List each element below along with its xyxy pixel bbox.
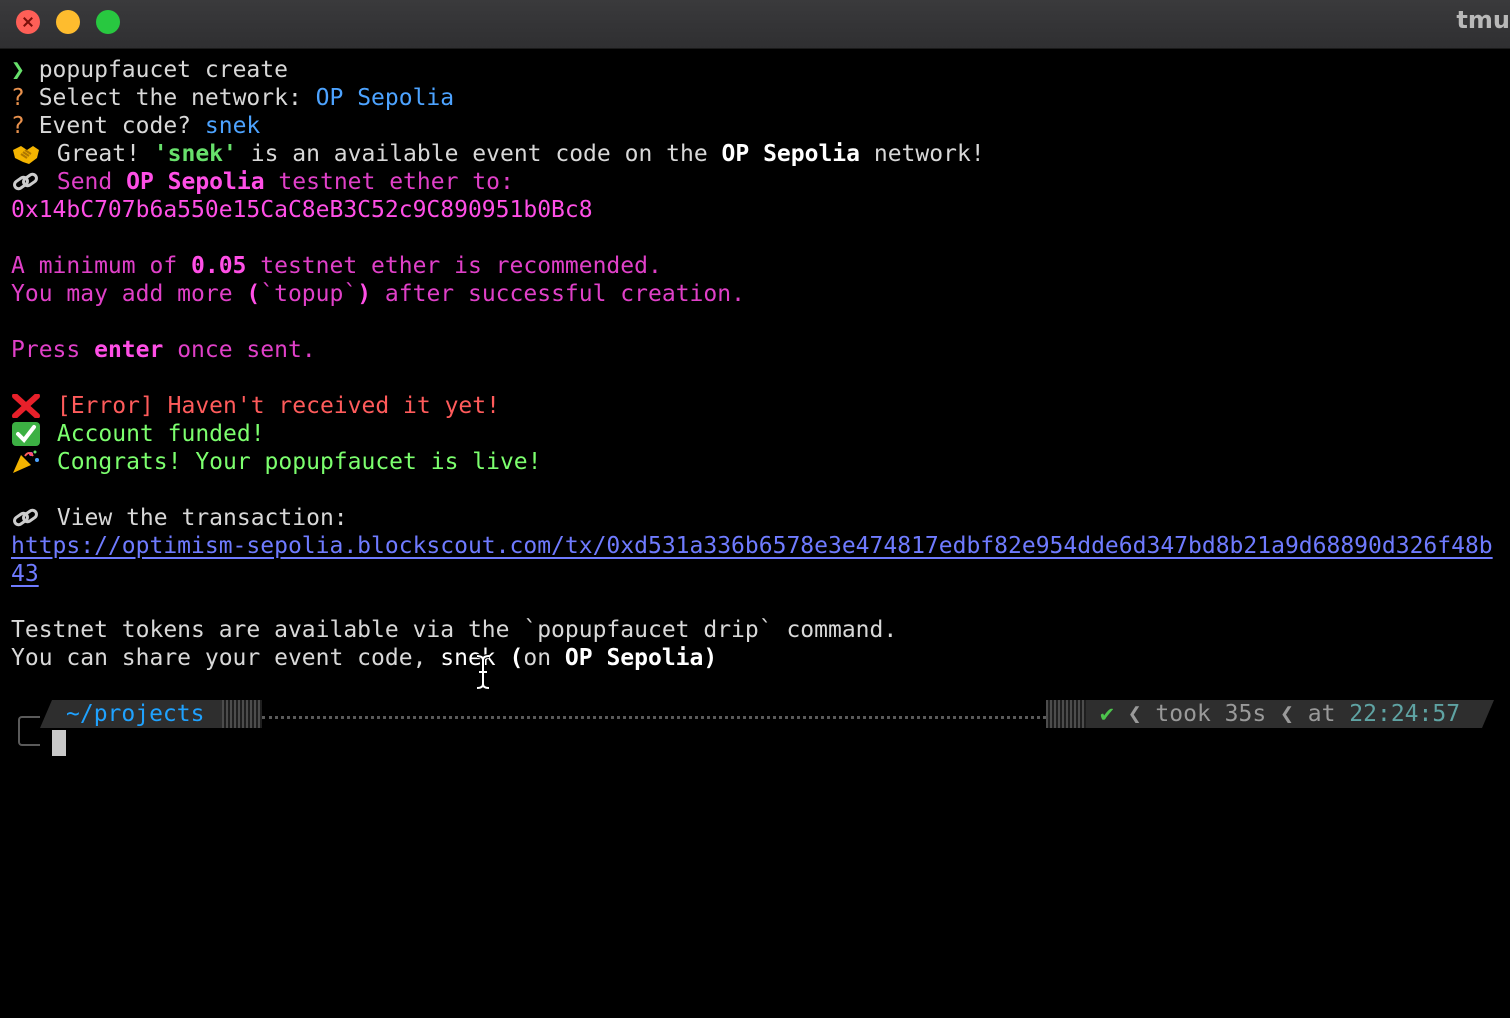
command-line: ❯ popupfaucet create bbox=[11, 57, 288, 83]
transaction-link-continued[interactable]: 43 bbox=[11, 560, 1510, 588]
zoom-button[interactable] bbox=[96, 10, 120, 34]
prompt-status-segment: ✔ ❮ took 35s ❮ at 22:24:57 bbox=[1086, 700, 1494, 728]
prompt-time: 22:24:57 bbox=[1349, 701, 1461, 727]
prompt-frame bbox=[18, 716, 40, 746]
faucet-address: 0x14bC707b6a550e15CaC8eB3C52c9C890951b0B… bbox=[11, 197, 593, 223]
prompt-filler-dots bbox=[262, 688, 1046, 719]
success-check-icon: ✔ bbox=[1100, 701, 1114, 727]
congrats-line: Congrats! Your popupfaucet is live! bbox=[11, 448, 1510, 476]
text-cursor bbox=[52, 730, 66, 756]
available-line: Great! 'snek' is an available event code… bbox=[11, 140, 1510, 168]
prompt-chevron-icon: ❯ bbox=[11, 57, 25, 83]
close-button[interactable] bbox=[16, 10, 40, 34]
funded-line: Account funded! bbox=[11, 420, 1510, 448]
terminal-window: tmu ❯ popupfaucet create ? Select the ne… bbox=[0, 0, 1510, 1018]
link-icon bbox=[11, 168, 43, 196]
network-answer: OP Sepolia bbox=[315, 85, 455, 111]
event-code-answer: snek bbox=[204, 113, 261, 139]
title-bar: tmu bbox=[0, 0, 1510, 49]
send-line: Send OP Sepolia testnet ether to: bbox=[11, 168, 1510, 196]
prompt-shade-left bbox=[222, 700, 262, 728]
terminal-output[interactable]: ❯ popupfaucet create ? Select the networ… bbox=[11, 56, 1510, 672]
prompt-path-segment: ~/projects bbox=[40, 700, 222, 728]
error-line: [Error] Haven't received it yet! bbox=[11, 392, 1510, 420]
minimum-line: A minimum of 0.05 testnet ether is recom… bbox=[11, 253, 662, 279]
cross-mark-icon bbox=[11, 392, 43, 420]
view-transaction-line: View the transaction: bbox=[11, 504, 1510, 532]
handshake-icon bbox=[11, 140, 43, 168]
minimize-button[interactable] bbox=[56, 10, 80, 34]
ibeam-cursor-icon bbox=[476, 654, 490, 690]
transaction-link[interactable]: https://optimism-sepolia.blockscout.com/… bbox=[11, 532, 1510, 560]
share-line: You can share your event code, snek (on … bbox=[11, 645, 718, 671]
window-title: tmu bbox=[1456, 6, 1510, 34]
topup-line: You may add more (`topup`) after success… bbox=[11, 281, 745, 307]
link-icon bbox=[11, 504, 43, 532]
check-mark-icon bbox=[11, 420, 43, 448]
party-popper-icon bbox=[11, 448, 43, 476]
command-duration: 35s bbox=[1224, 701, 1267, 727]
event-code-question-line: ? Event code? snek bbox=[11, 113, 261, 139]
prompt-shade-right bbox=[1046, 700, 1086, 728]
drip-info-line: Testnet tokens are available via the `po… bbox=[11, 617, 898, 643]
press-enter-line: Press enter once sent. bbox=[11, 337, 316, 363]
prompt-path: ~/projects bbox=[66, 701, 205, 727]
network-question-line: ? Select the network: OP Sepolia bbox=[11, 85, 455, 111]
